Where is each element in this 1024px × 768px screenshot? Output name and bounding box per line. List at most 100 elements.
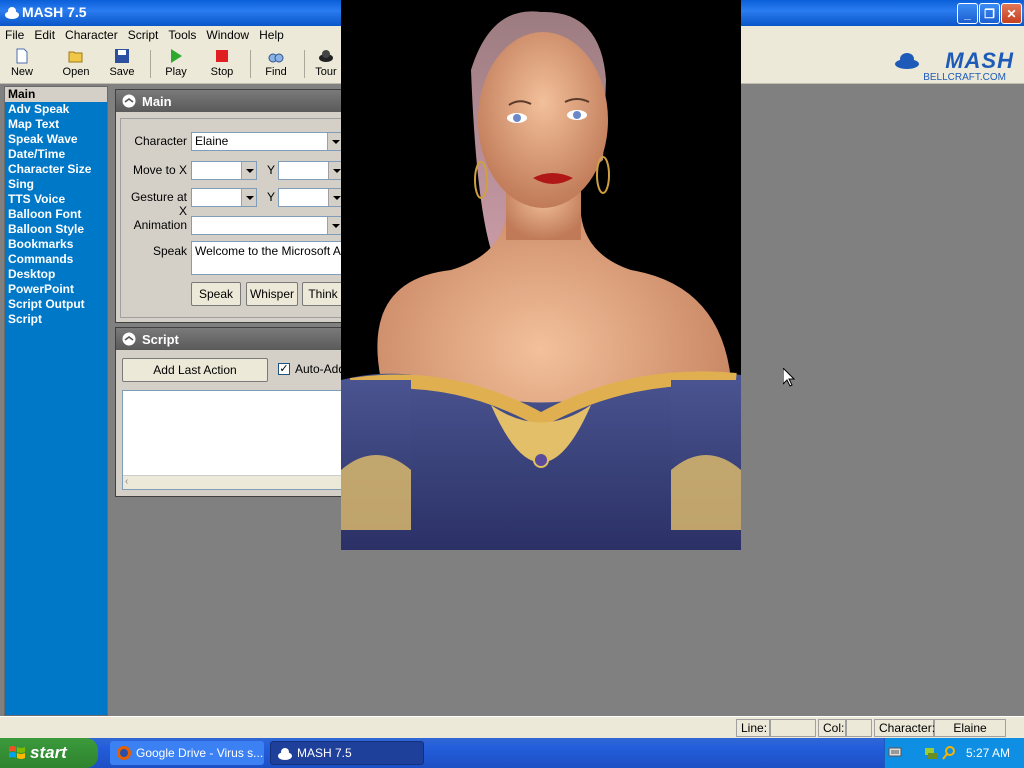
new-button[interactable]: New [0,48,44,78]
auto-add-label: Auto-Add [295,362,346,376]
script-editor[interactable]: ‹ [122,390,354,490]
play-icon [171,49,182,63]
dropdown-arrow-icon[interactable] [241,189,256,206]
window-title: MASH 7.5 [22,4,87,20]
find-button[interactable]: Find [254,48,298,78]
animation-label: Animation [133,218,187,232]
add-last-action-button[interactable]: Add Last Action [122,358,268,382]
move-to-x-label: Move to X [132,163,187,177]
whisper-button[interactable]: Whisper [246,282,298,306]
start-label: start [30,743,67,762]
open-button[interactable]: Open [54,48,98,78]
menu-file[interactable]: File [0,28,29,42]
main-panel: Main Character Elaine Move to X Y Gestur… [115,89,355,323]
save-button[interactable]: Save [100,48,144,78]
menu-script[interactable]: Script [123,28,164,42]
gesture-at-x-label: Gesture at X [130,190,187,218]
main-panel-title: Main [142,93,172,109]
script-panel: Script Add Last Action ✓ Auto-Add ‹ [115,327,355,497]
sidebar-item-map-text[interactable]: Map Text [5,117,107,132]
sidebar-item-sing[interactable]: Sing [5,177,107,192]
clock[interactable]: 5:27 AM [966,746,1010,760]
horizontal-scrollbar[interactable]: ‹ [123,475,353,489]
sidebar-item-desktop[interactable]: Desktop [5,267,107,282]
tour-icon [319,50,333,62]
toolbar-separator [304,50,305,78]
speak-button[interactable]: Speak [191,282,241,306]
logo-name: MASH [945,48,1014,73]
agent-character-elaine[interactable] [341,0,741,550]
auto-add-checkbox[interactable]: ✓ [278,363,290,375]
move-y-select[interactable] [278,161,344,180]
restore-button[interactable]: ❐ [979,3,1000,24]
dropdown-arrow-icon[interactable] [327,217,342,234]
taskbar: start Google Drive - Virus s... MASH 7.5… [0,738,1024,768]
character-value: Elaine [195,134,229,148]
mouse-cursor-icon [783,368,795,387]
sidebar-item-speak-wave[interactable]: Speak Wave [5,132,107,147]
menu-help[interactable]: Help [254,28,289,42]
keyboard-language-icon[interactable] [888,745,902,759]
sidebar-item-powerpoint[interactable]: PowerPoint [5,282,107,297]
collapse-chevron-icon [122,94,136,108]
sidebar-item-date-time[interactable]: Date/Time [5,147,107,162]
sidebar-nav: Main Adv Speak Map Text Speak Wave Date/… [4,86,108,716]
toolbar-separator [250,50,251,78]
sidebar-item-commands[interactable]: Commands [5,252,107,267]
play-label: Play [165,66,187,78]
logo-hat-icon [895,53,919,69]
sidebar-item-balloon-style[interactable]: Balloon Style [5,222,107,237]
script-panel-header[interactable]: Script [116,328,354,350]
character-status-value: Elaine [934,719,1006,737]
play-button[interactable]: Play [154,48,198,78]
minimize-button[interactable]: _ [957,3,978,24]
sidebar-item-character-size[interactable]: Character Size [5,162,107,177]
menu-tools[interactable]: Tools [163,28,201,42]
col-label: Col: [818,719,846,737]
sidebar-item-adv-speak[interactable]: Adv Speak [5,102,107,117]
stop-icon [216,50,228,62]
character-select[interactable]: Elaine [191,132,343,151]
gesture-y-select[interactable] [278,188,344,207]
speak-text-input[interactable]: Welcome to the Microsoft Agen [191,241,343,275]
think-button[interactable]: Think [302,282,344,306]
main-panel-body: Character Elaine Move to X Y Gesture at … [120,118,354,318]
move-x-select[interactable] [191,161,257,180]
character-status-label: Character: [874,719,935,737]
close-button[interactable]: ✕ [1001,3,1022,24]
save-disk-icon [115,49,129,63]
menu-character[interactable]: Character [60,28,123,42]
col-value [846,719,872,737]
status-bar: Line: Col: Character: Elaine [0,716,1024,738]
mash-app-icon [5,7,19,19]
sidebar-item-balloon-font[interactable]: Balloon Font [5,207,107,222]
network-icon[interactable] [923,745,939,761]
sidebar-item-script-output[interactable]: Script Output [5,297,107,312]
dropdown-arrow-icon[interactable] [327,133,342,150]
start-button[interactable]: start [0,738,98,768]
menu-edit[interactable]: Edit [29,28,60,42]
taskbar-item-google-drive[interactable]: Google Drive - Virus s... [110,741,264,765]
sidebar-item-script[interactable]: Script [5,312,107,327]
taskbar-item-mash[interactable]: MASH 7.5 [270,741,424,765]
character-label: Character [134,134,187,148]
tour-button[interactable]: Tour [308,48,344,78]
stop-button[interactable]: Stop [200,48,244,78]
system-tray: 5:27 AM [884,738,1024,768]
gesture-x-select[interactable] [191,188,257,207]
find-label: Find [265,66,287,78]
firefox-icon [117,746,131,760]
tour-label: Tour [315,66,337,78]
sidebar-item-bookmarks[interactable]: Bookmarks [5,237,107,252]
line-label: Line: [736,719,770,737]
menu-window[interactable]: Window [201,28,254,42]
dropdown-arrow-icon[interactable] [241,162,256,179]
search-icon[interactable] [941,745,957,761]
animation-select[interactable] [191,216,343,235]
main-panel-header[interactable]: Main [116,90,354,112]
scroll-left-arrow-icon[interactable]: ‹ [125,476,128,487]
new-file-icon [16,48,28,64]
sidebar-item-main[interactable]: Main [5,87,107,102]
logo-url: BELLCRAFT.COM [923,72,1006,83]
sidebar-item-tts-voice[interactable]: TTS Voice [5,192,107,207]
